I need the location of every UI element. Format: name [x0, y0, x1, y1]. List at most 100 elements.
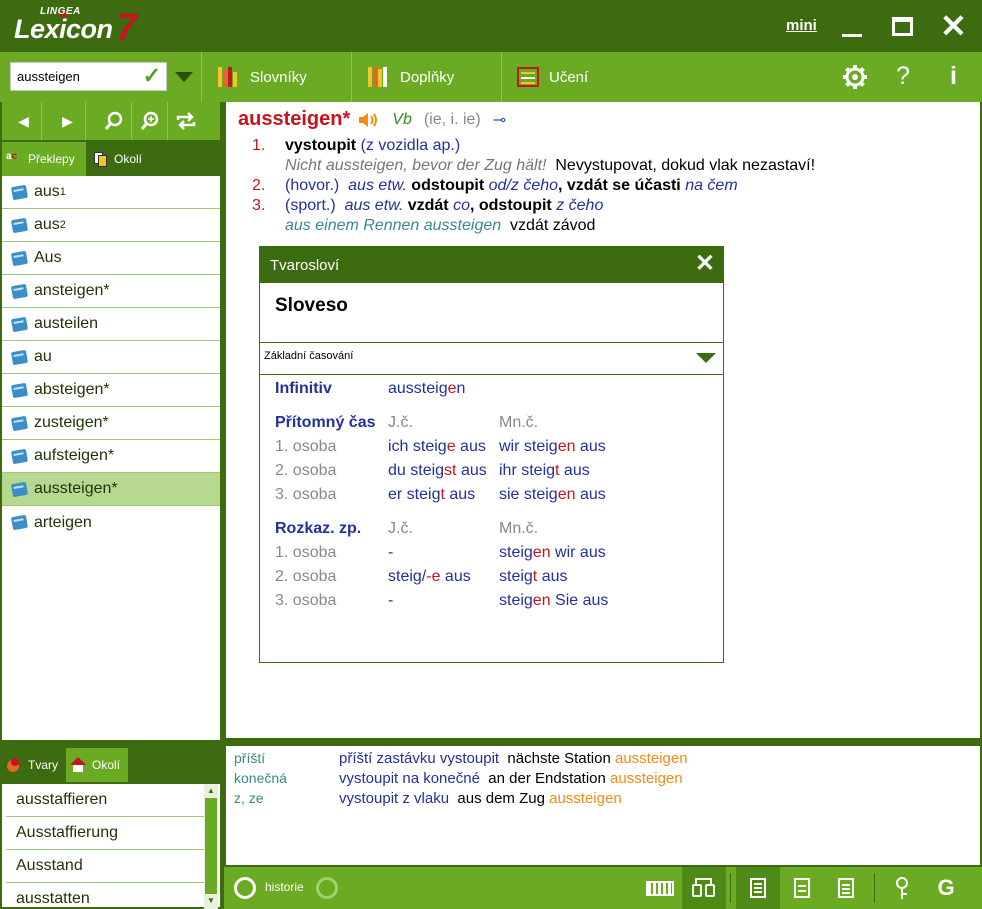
list-item[interactable]: au [2, 341, 220, 374]
list-item[interactable]: absteigen* [2, 374, 220, 407]
translation[interactable]: odstoupit [411, 177, 484, 194]
morphology-header: Tvarosloví ✕ [260, 247, 723, 283]
example-keyword: konečná [234, 770, 287, 786]
list-item[interactable]: Aus [2, 242, 220, 275]
keyboard-icon [646, 880, 674, 896]
learning-label: Učení [549, 68, 589, 86]
tab-neighborhood[interactable]: Okolí [88, 142, 154, 176]
object-note: od/z čeho [488, 177, 559, 194]
books-icon [218, 67, 240, 87]
imperative-singular-form: - [388, 544, 394, 561]
dictionaries-label: Slovníky [250, 68, 307, 86]
list-item[interactable]: zusteigen* [2, 407, 220, 440]
info-button[interactable]: i [950, 62, 957, 91]
key-button[interactable] [880, 867, 924, 909]
sense-1-example: Nicht aussteigen, bevor der Zug hält! Ne… [285, 157, 815, 175]
back-button[interactable]: ◀ [6, 102, 42, 140]
addons-button[interactable]: Doplňky [368, 52, 454, 102]
full-entry-view-button[interactable] [736, 867, 780, 909]
key-icon[interactable]: ⊸ [493, 110, 506, 130]
list-item-word: au [34, 348, 52, 365]
word-list-panel: ◀ ▶ ac Překlepy Okolí aus 1 aus 2 Aus anst… [0, 102, 222, 742]
list-item[interactable]: aufsteigen* [2, 440, 220, 473]
example-german: aus einem Rennen aussteigen [285, 217, 502, 234]
translation[interactable]: vystoupit [285, 137, 356, 154]
forms-scrollbar[interactable]: ▲ ▼ [204, 784, 218, 909]
forward-button[interactable]: ▶ [50, 102, 86, 140]
arrow-right-icon: ▶ [62, 112, 73, 129]
page-compact-icon [794, 878, 810, 898]
list-item[interactable]: ansteigen* [2, 275, 220, 308]
learning-button[interactable]: Učení [517, 52, 588, 102]
help-button[interactable]: ? [896, 62, 910, 91]
clipboard-monitor-button[interactable] [682, 867, 726, 909]
translation[interactable]: odstoupit [479, 197, 552, 214]
example-text: vystoupit z vlaku aus dem Zug aussteigen [339, 790, 622, 807]
translation[interactable]: vzdát se účasti [567, 177, 681, 194]
history-clock-icon[interactable] [234, 877, 256, 899]
dictionaries-button[interactable]: Slovníky [218, 52, 307, 102]
list-view-button[interactable] [824, 867, 868, 909]
scroll-up-icon[interactable]: ▲ [207, 786, 215, 795]
person-label: 3. osoba [275, 486, 337, 503]
sense-3-example: aus einem Rennen aussteigen vzdát závod [285, 217, 595, 235]
settings-gear-icon[interactable] [842, 64, 868, 90]
keyboard-button[interactable] [638, 867, 682, 909]
part-of-speech: Vb [392, 110, 412, 128]
list-item[interactable]: austeilen [2, 308, 220, 341]
translation[interactable]: vzdát [408, 197, 449, 214]
tab-forms-neighborhood[interactable]: Okolí [66, 748, 128, 782]
fulltext-search-button[interactable] [132, 102, 168, 140]
list-item[interactable]: arteigen [2, 506, 220, 539]
list-item[interactable]: ausstatten [6, 883, 204, 909]
tab-typos[interactable]: ac Překlepy [2, 142, 86, 176]
confirm-check-icon[interactable]: ✓ [143, 64, 161, 88]
list-item[interactable]: ausstaffieren [6, 784, 204, 817]
swap-direction-button[interactable] [168, 102, 204, 140]
person-label: 1. osoba [275, 438, 337, 455]
list-item-word: ansteigen* [34, 282, 110, 299]
search-button[interactable] [96, 102, 132, 140]
register-label: (sport.) [285, 197, 336, 214]
close-window-button[interactable]: ✕ [940, 10, 967, 42]
dictionary-book-icon [10, 382, 29, 398]
chevron-down-icon[interactable] [696, 353, 716, 363]
list-item[interactable]: Ausstaffierung [6, 817, 204, 850]
object-note: co [453, 197, 470, 214]
dictionary-book-icon [10, 349, 29, 365]
scroll-down-icon[interactable]: ▼ [207, 896, 215, 905]
logo-brand: Lexicon [14, 14, 113, 44]
binoculars-icon [692, 878, 716, 898]
conjugation-select[interactable]: Základní časování [264, 350, 353, 362]
list-item-selected[interactable]: aussteigen* [2, 473, 220, 506]
list-item[interactable]: Ausstand [6, 850, 204, 883]
german-phrase: aus etw. [348, 177, 407, 194]
list-item[interactable]: aus 2 [2, 209, 220, 242]
infinitive-value: aussteigen [388, 380, 466, 397]
examples-panel: příští příští zastávku vystoupit nächste… [224, 742, 982, 867]
present-singular-form: du steigst aus [388, 462, 487, 479]
list-item-word: aus [34, 216, 60, 233]
mini-mode-button[interactable]: mini [786, 17, 817, 34]
divider [260, 374, 723, 375]
history-forward-icon[interactable] [316, 877, 338, 899]
search-input[interactable] [13, 65, 133, 88]
magnifier-plus-icon [140, 111, 158, 130]
morphology-title: Tvarosloví [270, 256, 340, 274]
forms-icon [6, 757, 22, 773]
google-search-button[interactable]: G [924, 867, 968, 909]
list-item-word: aufsteigen* [34, 447, 115, 464]
list-item[interactable]: aus 1 [2, 176, 220, 209]
search-history-dropdown[interactable] [175, 72, 193, 82]
tab-forms[interactable]: Tvary [2, 748, 64, 782]
speaker-icon[interactable] [358, 111, 380, 129]
toolbar-divider [201, 52, 202, 102]
compact-view-button[interactable] [780, 867, 824, 909]
minimize-button[interactable] [842, 34, 862, 37]
dictionary-book-icon [10, 316, 29, 332]
list-item-word: austeilen [34, 315, 99, 332]
maximize-button[interactable] [892, 17, 913, 36]
close-icon[interactable]: ✕ [695, 252, 715, 276]
scrollbar-thumb[interactable] [205, 798, 217, 894]
history-label[interactable]: historie [265, 880, 304, 894]
